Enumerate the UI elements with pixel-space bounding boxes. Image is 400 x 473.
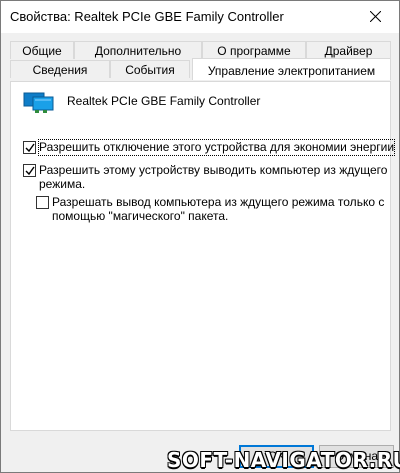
magic-packet-label-line2: помощью "магического" пакета.: [52, 209, 229, 223]
tab-advanced[interactable]: Дополнительно: [74, 41, 202, 59]
allow-turn-off-option[interactable]: Разрешить отключение этого устройства дл…: [23, 139, 396, 156]
device-name: Realtek PCIe GBE Family Controller: [67, 94, 261, 108]
checkmark-icon: [25, 166, 35, 176]
close-button[interactable]: [353, 1, 399, 33]
title-bar[interactable]: Свойства: Realtek PCIe GBE Family Contro…: [1, 1, 399, 33]
allow-turn-off-checkbox[interactable]: [23, 141, 36, 154]
allow-wake-label-line2: режима.: [39, 177, 86, 191]
magic-packet-label-line1: Разрешать вывод компьютера из ждущего ре…: [52, 195, 385, 209]
power-management-panel: [10, 81, 391, 431]
watermark: SOFT-NAVIGATOR.RU: [167, 448, 400, 472]
properties-dialog: Свойства: Realtek PCIe GBE Family Contro…: [0, 0, 400, 473]
window-title: Свойства: Realtek PCIe GBE Family Contro…: [10, 9, 284, 24]
magic-packet-checkbox[interactable]: [36, 196, 49, 209]
tab-driver[interactable]: Драйвер: [306, 41, 391, 59]
allow-turn-off-label: Разрешить отключение этого устройства дл…: [37, 139, 396, 156]
tab-general[interactable]: Общие: [10, 41, 74, 59]
close-icon: [370, 11, 381, 22]
allow-wake-checkbox[interactable]: [23, 164, 36, 177]
tab-power-management[interactable]: Управление электропитанием: [192, 58, 391, 80]
allow-wake-label-line1: Разрешить этому устройству выводить комп…: [39, 163, 388, 177]
tab-about[interactable]: О программе: [202, 41, 306, 59]
checkmark-icon: [25, 143, 35, 153]
network-adapter-icon: [23, 92, 54, 113]
allow-wake-option[interactable]: Разрешить этому устройству выводить комп…: [23, 163, 387, 195]
magic-packet-option[interactable]: Разрешать вывод компьютера из ждущего ре…: [36, 195, 386, 227]
tab-events[interactable]: События: [110, 60, 190, 78]
tab-details[interactable]: Сведения: [10, 60, 110, 78]
